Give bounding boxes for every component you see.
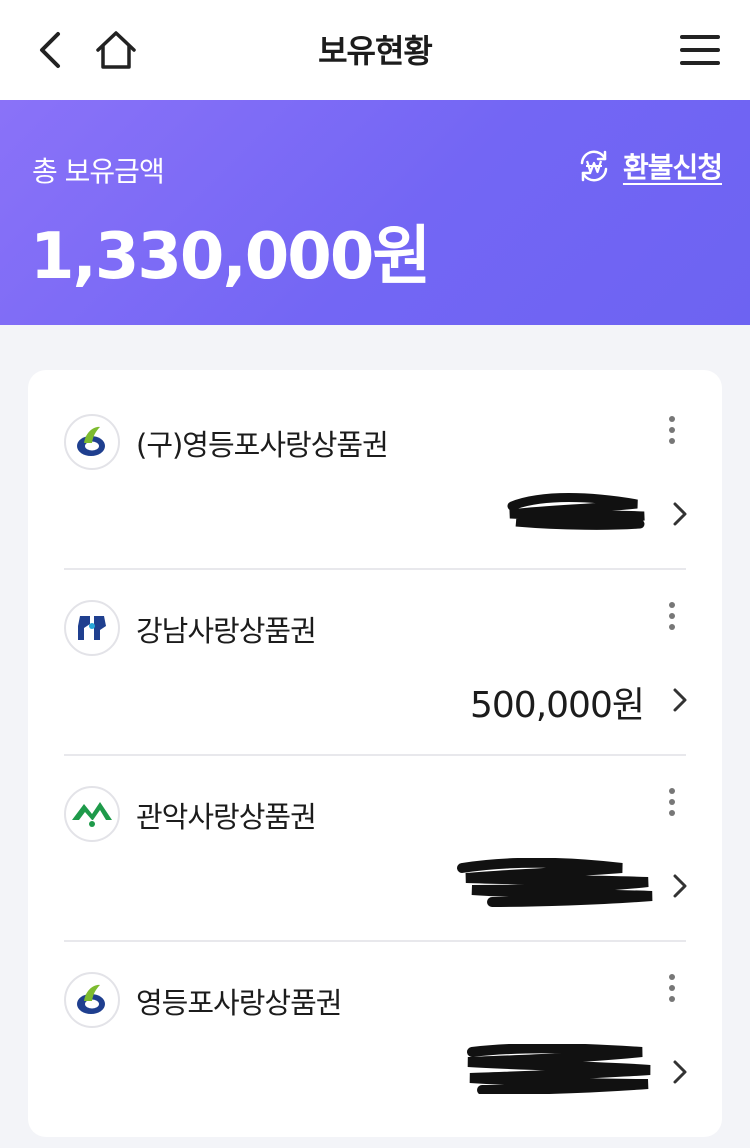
more-options-icon[interactable] [662, 414, 682, 446]
more-options-icon[interactable] [662, 786, 682, 818]
refund-request-label: 환불신청 [622, 151, 723, 184]
refund-request-link[interactable]: 환불신청 [575, 146, 723, 186]
gangnam-logo-icon [64, 600, 120, 656]
chevron-right-icon[interactable] [668, 870, 692, 902]
voucher-item-gwanak[interactable]: 관악사랑상품권 [28, 742, 722, 928]
page-title: 보유현황 [318, 32, 433, 70]
voucher-item-yeongdeungpo[interactable]: 영등포사랑상품권 [28, 928, 722, 1114]
yeongdeungpo-logo-icon [64, 972, 120, 1028]
more-options-icon[interactable] [662, 600, 682, 632]
voucher-item-yeongdeungpo-old[interactable]: (구)영등포사랑상품권 [28, 370, 722, 556]
redacted-amount-scribble [452, 858, 662, 908]
gwanak-logo-icon [64, 786, 120, 842]
voucher-name: 강남사랑상품권 [136, 614, 317, 648]
redacted-amount-scribble [452, 1044, 662, 1094]
redacted-amount-scribble [452, 486, 662, 536]
voucher-item-gangnam[interactable]: 강남사랑상품권 500,000원 [28, 556, 722, 742]
voucher-amount: 500,000원 [470, 685, 645, 726]
won-refresh-icon [575, 147, 613, 185]
total-balance-label: 총 보유금액 [32, 155, 165, 188]
voucher-name: 관악사랑상품권 [136, 800, 317, 834]
chevron-right-icon[interactable] [668, 498, 692, 530]
hamburger-menu-icon[interactable] [672, 22, 728, 78]
more-options-icon[interactable] [662, 972, 682, 1004]
voucher-name: (구)영등포사랑상품권 [136, 428, 389, 462]
total-balance-banner: 총 보유금액 환불신청 1,330,000원 [0, 100, 750, 325]
chevron-right-icon[interactable] [668, 1056, 692, 1088]
voucher-name: 영등포사랑상품권 [136, 986, 342, 1020]
total-balance-amount: 1,330,000원 [30, 220, 431, 294]
top-app-bar: 보유현황 [0, 0, 750, 100]
voucher-list-card: (구)영등포사랑상품권 강남사랑상품권 500,000원 관악사랑상품권 영등포… [28, 370, 722, 1137]
chevron-right-icon[interactable] [668, 684, 692, 716]
yeongdeungpo-logo-icon [64, 414, 120, 470]
